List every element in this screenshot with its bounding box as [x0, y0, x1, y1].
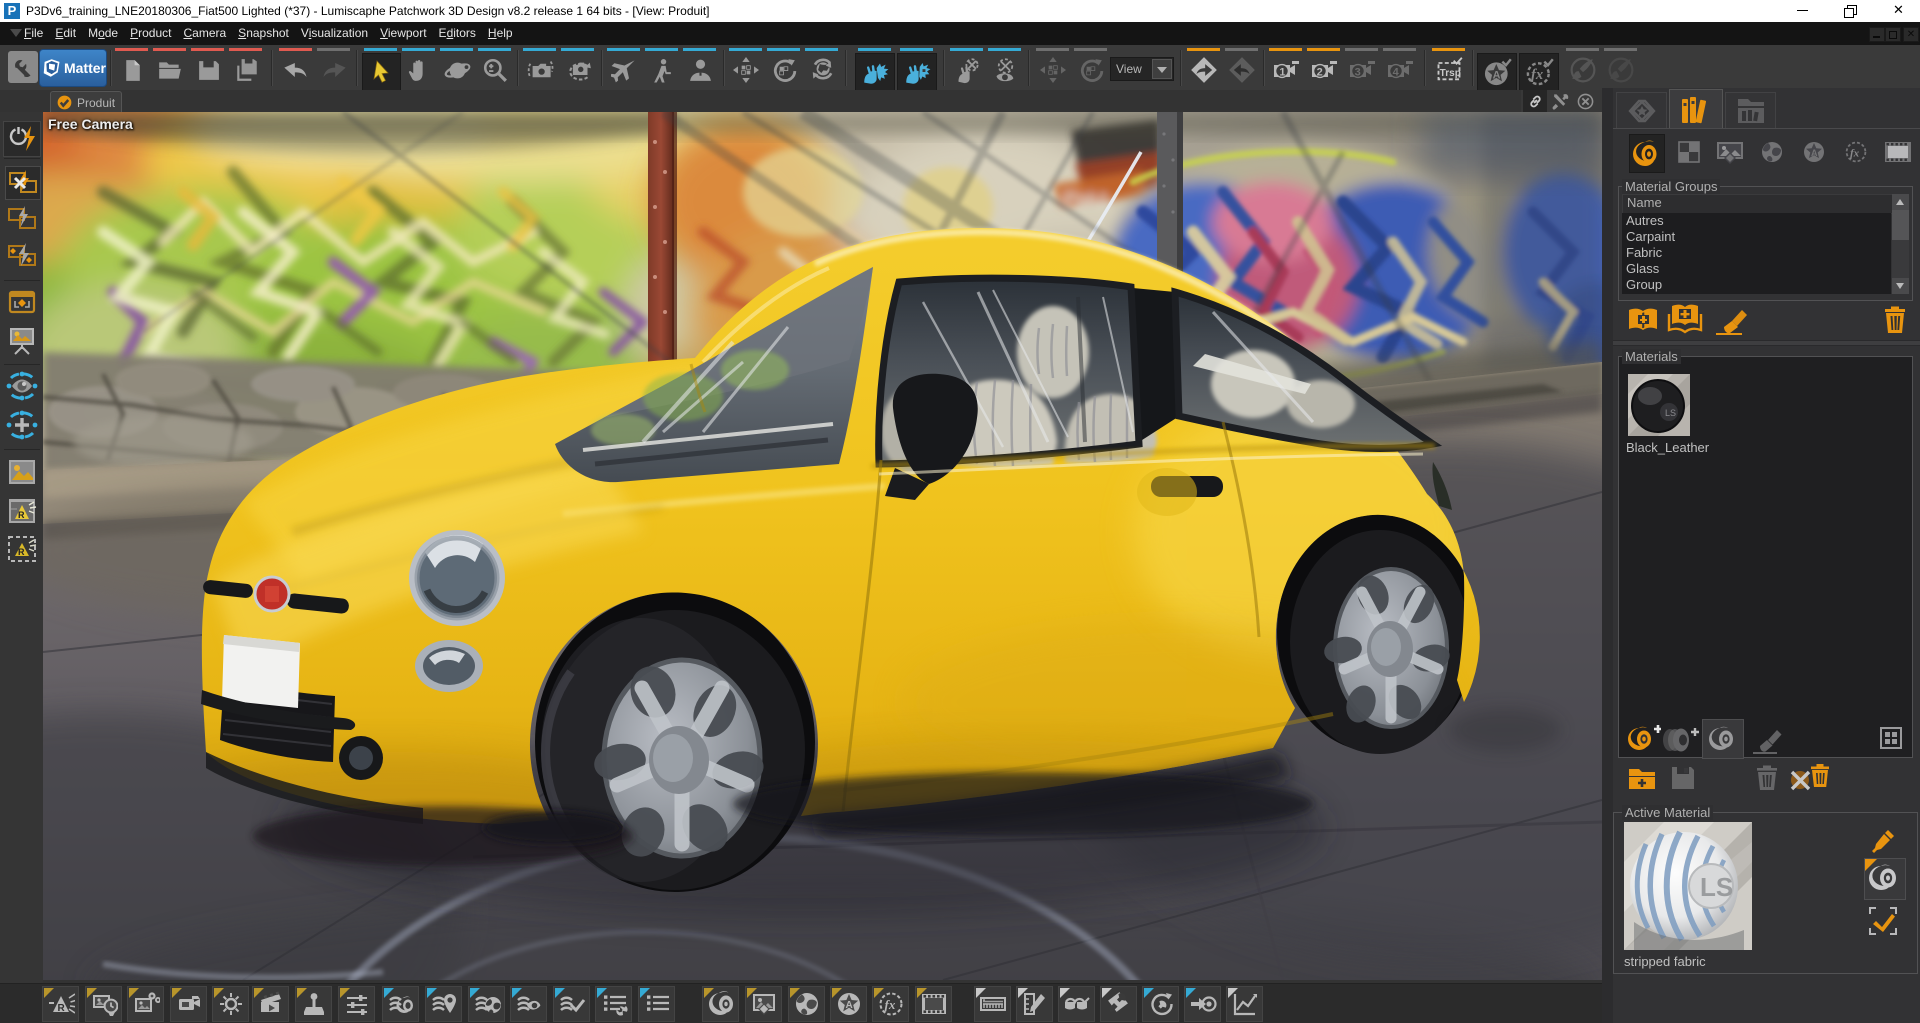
svg-text:A: A — [845, 1000, 852, 1011]
svg-text:LS: LS — [1665, 408, 1676, 418]
svg-text:LS: LS — [1700, 872, 1733, 902]
svg-text:3: 3 — [1355, 67, 1361, 79]
svg-text:4: 4 — [1393, 67, 1400, 79]
svg-text:R: R — [18, 510, 25, 520]
svg-text:R: R — [18, 547, 25, 557]
svg-text:2: 2 — [1317, 67, 1323, 79]
svg-text:A: A — [1811, 148, 1818, 158]
svg-text:fx: fx — [884, 997, 895, 1012]
svg-text:1: 1 — [1279, 67, 1285, 79]
svg-text:fx: fx — [1850, 148, 1860, 160]
svg-text:R: R — [57, 1003, 65, 1014]
